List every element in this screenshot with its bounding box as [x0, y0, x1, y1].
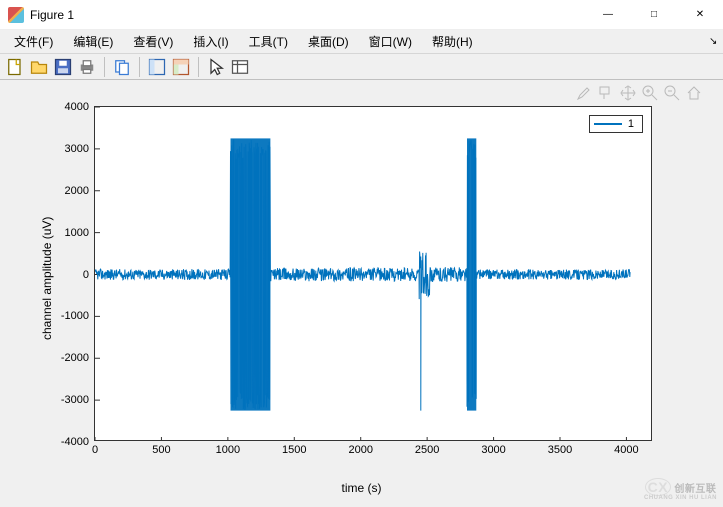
- menu-help[interactable]: 帮助(H): [422, 31, 483, 53]
- layout-icon[interactable]: [146, 56, 168, 78]
- menu-desktop[interactable]: 桌面(D): [298, 31, 359, 53]
- layout2-icon[interactable]: [170, 56, 192, 78]
- y-tick: -3000: [61, 394, 89, 406]
- y-tick: -4000: [61, 436, 89, 448]
- pan-icon[interactable]: [619, 84, 637, 105]
- minimize-button[interactable]: —: [585, 0, 631, 30]
- watermark-logo: CX: [645, 478, 671, 496]
- legend[interactable]: 1: [589, 115, 643, 133]
- y-tick: 1000: [65, 227, 89, 239]
- y-tick: 0: [83, 269, 89, 281]
- y-tick: -2000: [61, 352, 89, 364]
- menu-window[interactable]: 窗口(W): [359, 31, 422, 53]
- x-axis-label: time (s): [342, 481, 382, 495]
- print-icon[interactable]: [76, 56, 98, 78]
- save-icon[interactable]: [52, 56, 74, 78]
- watermark-sub: CHUANG XIN HU LIAN: [644, 495, 717, 501]
- open-icon[interactable]: [28, 56, 50, 78]
- legend-label: 1: [628, 118, 634, 130]
- copy-icon[interactable]: [111, 56, 133, 78]
- close-button[interactable]: ✕: [677, 0, 723, 30]
- watermark: CX 创新互联 CHUANG XIN HU LIAN: [644, 480, 717, 501]
- x-tick: 500: [152, 444, 170, 456]
- y-tick: 4000: [65, 101, 89, 113]
- new-figure-icon[interactable]: [4, 56, 26, 78]
- watermark-text: 创新互联: [674, 484, 716, 495]
- y-tick: 2000: [65, 185, 89, 197]
- legend-line: [594, 123, 622, 125]
- menu-edit[interactable]: 编辑(E): [63, 31, 123, 53]
- home-icon[interactable]: [685, 84, 703, 105]
- x-tick: 3500: [548, 444, 572, 456]
- x-tick: 2000: [348, 444, 372, 456]
- signal-line: [95, 139, 630, 410]
- x-tick: 0: [92, 444, 98, 456]
- props-icon[interactable]: [229, 56, 251, 78]
- zoom-out-icon[interactable]: [663, 84, 681, 105]
- x-tick: 1000: [216, 444, 240, 456]
- x-tick: 1500: [282, 444, 306, 456]
- menu-insert[interactable]: 插入(I): [183, 31, 238, 53]
- menu-file[interactable]: 文件(F): [4, 31, 63, 53]
- maximize-button[interactable]: □: [631, 0, 677, 30]
- menu-view[interactable]: 查看(V): [123, 31, 183, 53]
- menu-tools[interactable]: 工具(T): [239, 31, 298, 53]
- y-axis-label: channel amplitude (uV): [40, 217, 54, 340]
- axes[interactable]: 1 -4000-3000-2000-100001000200030004000 …: [94, 106, 652, 441]
- window-title: Figure 1: [30, 8, 74, 22]
- zoom-in-icon[interactable]: [641, 84, 659, 105]
- dock-button[interactable]: ↘: [709, 36, 723, 47]
- matlab-icon: [8, 7, 24, 23]
- y-tick: 3000: [65, 143, 89, 155]
- pointer-icon[interactable]: [205, 56, 227, 78]
- x-tick: 2500: [415, 444, 439, 456]
- x-tick: 3000: [481, 444, 505, 456]
- brush-icon[interactable]: [575, 84, 593, 105]
- datatip-icon[interactable]: [597, 84, 615, 105]
- y-tick: -1000: [61, 310, 89, 322]
- x-tick: 4000: [614, 444, 638, 456]
